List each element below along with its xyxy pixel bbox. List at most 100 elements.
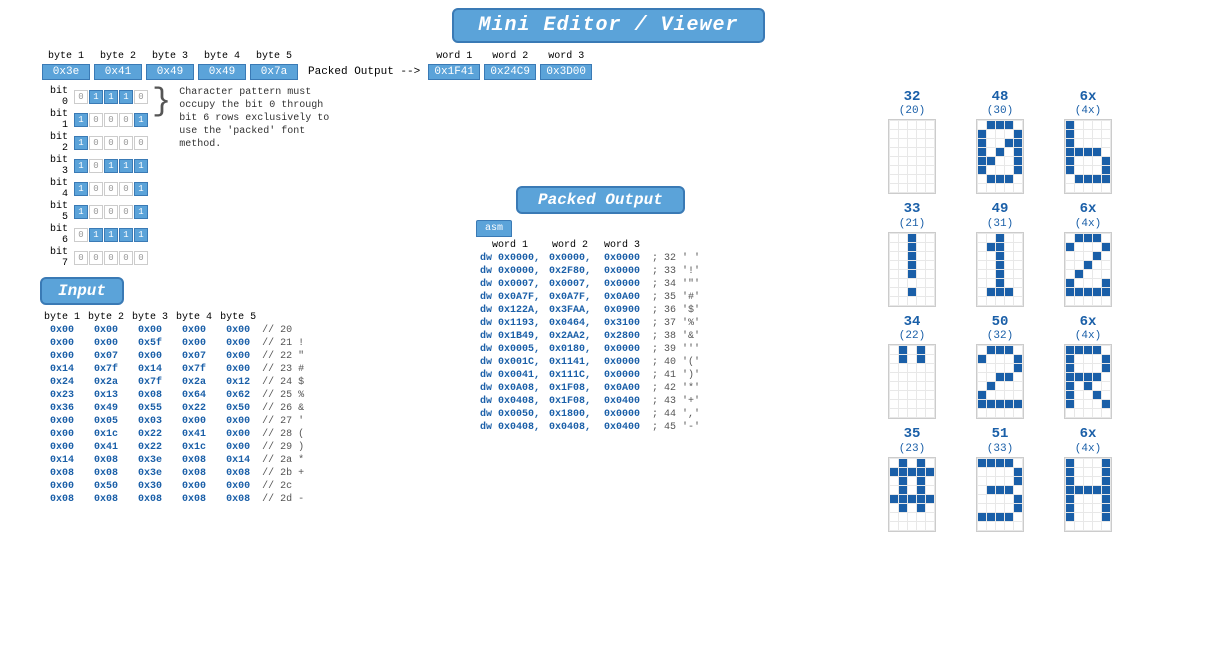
char-pixel-4-2-1 bbox=[987, 252, 995, 260]
input-cell-8-1: 0x1c bbox=[84, 428, 128, 441]
char-pixel-6-4-0 bbox=[890, 382, 898, 390]
char-pixel-5-6-2 bbox=[1084, 288, 1092, 296]
char-pixel-4-2-3 bbox=[1005, 252, 1013, 260]
char-bitmap-11 bbox=[1064, 457, 1112, 532]
bit-cell-2-4: 0 bbox=[134, 136, 148, 150]
char-pixel-2-7-3 bbox=[1093, 184, 1101, 192]
input-cell-10-4: 0x14 bbox=[216, 454, 260, 467]
packed-cell-12-0: dw 0x0050, bbox=[476, 408, 544, 421]
bit-cell-1-2: 0 bbox=[104, 113, 118, 127]
char-pixel-0-1-1 bbox=[899, 130, 907, 138]
char-pixel-2-4-2 bbox=[1084, 157, 1092, 165]
packed-cell-2-1: 0x0007, bbox=[544, 278, 596, 291]
char-pixel-4-5-3 bbox=[1005, 279, 1013, 287]
char-pixel-7-4-3 bbox=[1005, 382, 1013, 390]
char-pixel-9-1-4 bbox=[926, 468, 934, 476]
char-pixel-3-3-1 bbox=[899, 261, 907, 269]
bit-rows: bit 001110bit 110001bit 210000bit 310111… bbox=[40, 86, 148, 269]
char-pixel-9-5-2 bbox=[908, 504, 916, 512]
char-pixel-0-0-0 bbox=[890, 121, 898, 129]
char-pixel-11-7-3 bbox=[1093, 522, 1101, 530]
char-pixel-10-5-1 bbox=[987, 504, 995, 512]
table-row: 0x000x500x300x000x00// 2c bbox=[40, 480, 310, 493]
char-pixel-11-5-2 bbox=[1084, 504, 1092, 512]
char-pixel-6-0-1 bbox=[899, 346, 907, 354]
char-pixel-5-0-0 bbox=[1066, 234, 1074, 242]
char-pixel-9-6-0 bbox=[890, 513, 898, 521]
char-pixel-8-1-0 bbox=[1066, 355, 1074, 363]
char-number-4: 49 bbox=[992, 202, 1009, 217]
char-pixel-3-0-2 bbox=[908, 234, 916, 242]
char-pixel-3-5-4 bbox=[926, 279, 934, 287]
char-item-3: 33(21) bbox=[872, 202, 952, 306]
bit-annotation: Character pattern must occupy the bit 0 … bbox=[179, 86, 339, 151]
char-pixel-9-3-2 bbox=[908, 486, 916, 494]
char-pixel-0-3-4 bbox=[926, 148, 934, 156]
char-pixel-11-3-1 bbox=[1075, 486, 1083, 494]
input-cell-11-4: 0x08 bbox=[216, 467, 260, 480]
char-pixel-7-6-3 bbox=[1005, 400, 1013, 408]
char-sub-2: (4x) bbox=[1075, 105, 1101, 117]
char-pixel-8-6-2 bbox=[1084, 400, 1092, 408]
char-pixel-5-2-0 bbox=[1066, 252, 1074, 260]
packed-header-1: word 2 bbox=[544, 239, 596, 252]
input-cell-0-3: 0x00 bbox=[172, 324, 216, 337]
char-pixel-0-6-3 bbox=[917, 175, 925, 183]
input-cell-7-2: 0x03 bbox=[128, 415, 172, 428]
bit-cell-6-2: 1 bbox=[104, 228, 118, 242]
char-pixel-6-2-0 bbox=[890, 364, 898, 372]
char-pixel-10-6-3 bbox=[1005, 513, 1013, 521]
bit-cell-4-4: 1 bbox=[134, 182, 148, 196]
top-word-col-3: word 3 0x3D00 bbox=[540, 51, 592, 80]
char-pixel-2-4-1 bbox=[1075, 157, 1083, 165]
char-pixel-7-5-1 bbox=[987, 391, 995, 399]
char-pixel-9-5-0 bbox=[890, 504, 898, 512]
input-cell-7-5: // 27 ' bbox=[260, 415, 310, 428]
asm-tab[interactable]: asm bbox=[476, 220, 512, 237]
char-pixel-9-6-3 bbox=[917, 513, 925, 521]
char-pixel-2-2-3 bbox=[1093, 139, 1101, 147]
char-pixel-10-1-1 bbox=[987, 468, 995, 476]
char-pixel-0-2-3 bbox=[917, 139, 925, 147]
char-pixel-5-3-3 bbox=[1093, 261, 1101, 269]
char-pixel-4-7-4 bbox=[1014, 297, 1022, 305]
char-pixel-0-0-1 bbox=[899, 121, 907, 129]
char-pixel-10-1-2 bbox=[996, 468, 1004, 476]
char-pixel-3-4-2 bbox=[908, 270, 916, 278]
char-sub-3: (21) bbox=[899, 218, 925, 230]
char-pixel-0-7-1 bbox=[899, 184, 907, 192]
bit-cell-0-2: 1 bbox=[104, 90, 118, 104]
char-number-2: 6x bbox=[1080, 90, 1097, 105]
char-pixel-10-3-1 bbox=[987, 486, 995, 494]
bit-cell-1-4: 1 bbox=[134, 113, 148, 127]
bit-cell-6-0: 0 bbox=[74, 228, 88, 242]
char-pixel-5-6-4 bbox=[1102, 288, 1110, 296]
input-cell-9-3: 0x1c bbox=[172, 441, 216, 454]
table-row: 0x000x070x000x070x00// 22 " bbox=[40, 350, 310, 363]
bit-cell-4-2: 0 bbox=[104, 182, 118, 196]
char-pixel-2-5-4 bbox=[1102, 166, 1110, 174]
char-grid: 32(20)48(30)6x(4x)33(21)49(31)6x(4x)34(2… bbox=[868, 86, 1217, 536]
table-row: 0x000x000x000x000x00// 20 bbox=[40, 324, 310, 337]
bit-row-7: bit 700000 bbox=[40, 247, 148, 269]
char-item-11: 6x(4x) bbox=[1048, 427, 1128, 531]
char-pixel-8-2-1 bbox=[1075, 364, 1083, 372]
byte5-top-label: byte 5 bbox=[256, 51, 292, 62]
char-pixel-8-5-1 bbox=[1075, 391, 1083, 399]
brace-symbol: } bbox=[152, 86, 171, 118]
packed-cell-4-0: dw 0x122A, bbox=[476, 304, 544, 317]
char-pixel-8-6-3 bbox=[1093, 400, 1101, 408]
input-table: byte 1byte 2byte 3byte 4byte 5 0x000x000… bbox=[40, 311, 310, 506]
char-pixel-0-7-0 bbox=[890, 184, 898, 192]
byte1-top-value: 0x3e bbox=[42, 64, 90, 80]
table-row: 0x360x490x550x220x50// 26 & bbox=[40, 402, 310, 415]
input-cell-2-2: 0x00 bbox=[128, 350, 172, 363]
packed-cell-1-2: 0x0000 bbox=[596, 265, 648, 278]
bit-cell-0-4: 0 bbox=[134, 90, 148, 104]
char-pixel-6-4-2 bbox=[908, 382, 916, 390]
bit-cell-3-2: 1 bbox=[104, 159, 118, 173]
char-pixel-9-4-3 bbox=[917, 495, 925, 503]
char-pixel-0-6-1 bbox=[899, 175, 907, 183]
char-pixel-1-5-0 bbox=[978, 166, 986, 174]
char-pixel-1-4-2 bbox=[996, 157, 1004, 165]
